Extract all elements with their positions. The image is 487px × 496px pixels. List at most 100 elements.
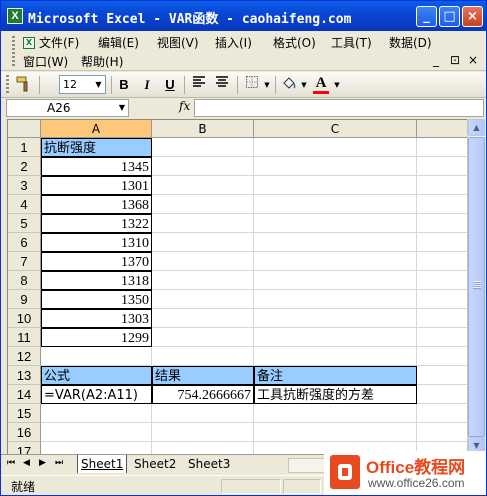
grid-cell[interactable] [417, 195, 467, 214]
grid-cell[interactable] [152, 290, 254, 309]
menu-window[interactable]: 窗口(W) [23, 53, 68, 70]
vertical-scroll-thumb[interactable] [468, 137, 485, 437]
grid-cell[interactable] [417, 290, 467, 309]
chevron-down-icon[interactable]: ▼ [119, 100, 125, 116]
doc-restore-button[interactable]: ⊡ [450, 53, 460, 67]
cell-c13[interactable]: 备注 [254, 366, 417, 385]
grid-cell[interactable] [254, 309, 417, 328]
menu-tools[interactable]: 工具(T) [331, 34, 372, 51]
row-header[interactable]: 2 [8, 157, 41, 176]
grid-cell[interactable] [417, 157, 467, 176]
grid-cell[interactable] [417, 309, 467, 328]
grid-cell[interactable] [254, 195, 417, 214]
grid-cell[interactable] [41, 423, 152, 442]
font-color-button[interactable]: A [313, 75, 329, 94]
menu-file[interactable]: 文件(F) [39, 34, 79, 51]
row-header[interactable]: 3 [8, 176, 41, 195]
grid-cell[interactable] [254, 233, 417, 252]
grid-cell[interactable] [41, 442, 152, 454]
row-header[interactable]: 15 [8, 404, 41, 423]
grid-cell[interactable] [417, 347, 467, 366]
grid-cell[interactable] [152, 309, 254, 328]
row-header[interactable]: 8 [8, 271, 41, 290]
close-button[interactable]: × [462, 6, 483, 27]
grid-cell[interactable] [417, 138, 467, 157]
first-sheet-button[interactable]: ⏮ [7, 458, 15, 468]
tab-sheet2[interactable]: Sheet2 [131, 455, 179, 473]
align-left-icon[interactable] [189, 75, 209, 95]
table-row[interactable]: 1370 [41, 252, 152, 271]
menu-help[interactable]: 帮助(H) [81, 53, 123, 70]
minimize-button[interactable]: _ [416, 6, 437, 27]
menu-edit[interactable]: 编辑(E) [98, 34, 139, 51]
table-row[interactable]: 1345 [41, 157, 152, 176]
row-header[interactable]: 1 [8, 138, 41, 157]
table-row[interactable]: 1318 [41, 271, 152, 290]
title-bar[interactable]: X Microsoft Excel - VAR函数 - caohaifeng.c… [1, 1, 486, 31]
grid-cell[interactable] [152, 176, 254, 195]
row-header[interactable]: 6 [8, 233, 41, 252]
grid-cell[interactable] [254, 423, 417, 442]
prev-sheet-button[interactable]: ◀ [23, 458, 30, 468]
grid-cell[interactable] [254, 271, 417, 290]
grid-cell[interactable] [152, 404, 254, 423]
grid-cell[interactable] [152, 252, 254, 271]
font-size-select[interactable]: 12 ▼ [59, 75, 106, 94]
table-row[interactable]: 1310 [41, 233, 152, 252]
grid-cell[interactable] [254, 347, 417, 366]
grid-cell[interactable] [417, 233, 467, 252]
formula-input[interactable] [194, 99, 484, 117]
select-all-corner[interactable] [8, 120, 41, 138]
grid-cell[interactable] [417, 385, 467, 404]
table-row[interactable]: 1299 [41, 328, 152, 347]
table-row[interactable]: 1368 [41, 195, 152, 214]
row-header[interactable]: 14 [8, 385, 41, 404]
row-header[interactable]: 16 [8, 423, 41, 442]
vertical-scrollbar[interactable]: ▲ ▼ [467, 119, 485, 454]
grid-cell[interactable] [152, 138, 254, 157]
row-header[interactable]: 13 [8, 366, 41, 385]
grid-cell[interactable] [254, 176, 417, 195]
grid-cell[interactable] [254, 138, 417, 157]
borders-icon[interactable] [243, 75, 261, 95]
grid-cell[interactable] [152, 157, 254, 176]
row-header[interactable]: 17 [8, 442, 41, 454]
underline-button[interactable]: U [161, 75, 179, 95]
worksheet-grid[interactable]: A B C 1 2 3 4 5 6 7 8 9 10 11 12 13 14 15 16 17 抗断强度 1345… [7, 119, 467, 454]
grid-cell[interactable] [254, 404, 417, 423]
grid-cell[interactable] [417, 404, 467, 423]
grid-cell[interactable] [417, 252, 467, 271]
menu-insert[interactable]: 插入(I) [215, 34, 252, 51]
format-painter-icon[interactable] [13, 75, 35, 95]
italic-button[interactable]: I [138, 75, 156, 95]
chevron-down-icon[interactable]: ▼ [92, 76, 105, 93]
align-center-icon[interactable] [212, 75, 232, 95]
grid-cell[interactable] [152, 233, 254, 252]
maximize-button[interactable]: □ [439, 6, 460, 27]
scroll-up-button[interactable]: ▲ [468, 119, 485, 136]
grid-cell[interactable] [417, 214, 467, 233]
grid-cell[interactable] [152, 347, 254, 366]
menu-data[interactable]: 数据(D) [389, 34, 432, 51]
table-row[interactable]: 1301 [41, 176, 152, 195]
row-header[interactable]: 11 [8, 328, 41, 347]
chevron-down-icon[interactable]: ▼ [299, 75, 309, 95]
grid-cell[interactable] [152, 442, 254, 454]
grid-cell[interactable] [152, 214, 254, 233]
grid-cell[interactable] [41, 347, 152, 366]
grid-cell[interactable] [41, 404, 152, 423]
cell-a1-header[interactable]: 抗断强度 [41, 138, 152, 157]
grid-cell[interactable] [254, 214, 417, 233]
column-header-d[interactable] [417, 120, 467, 138]
doc-minimize-button[interactable]: _ [433, 53, 439, 67]
table-row[interactable]: 1322 [41, 214, 152, 233]
doc-close-button[interactable]: × [468, 53, 478, 67]
grid-cell[interactable] [152, 328, 254, 347]
column-header-b[interactable]: B [152, 120, 254, 138]
grid-cell[interactable] [152, 423, 254, 442]
grid-cell[interactable] [417, 176, 467, 195]
grid-cell[interactable] [254, 328, 417, 347]
cell-b14-result[interactable]: 754.2666667 [152, 385, 254, 404]
row-header[interactable]: 12 [8, 347, 41, 366]
menu-view[interactable]: 视图(V) [157, 34, 199, 51]
